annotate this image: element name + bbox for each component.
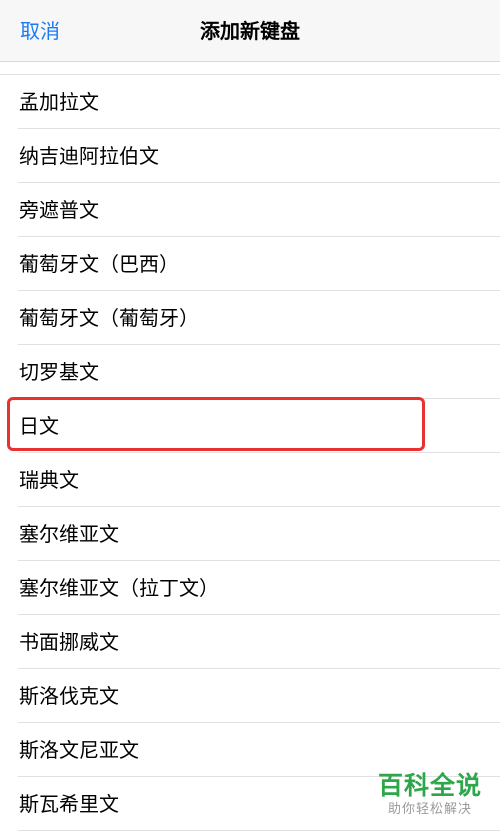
list-item[interactable]: 葡萄牙文（葡萄牙） [0, 291, 500, 345]
list-item-label: 切罗基文 [19, 360, 99, 384]
list-item[interactable]: 孟加拉文 [0, 75, 500, 129]
watermark-logo: 百科全说 助你轻松解决 [374, 771, 486, 819]
list-item[interactable]: 塞尔维亚文（拉丁文） [0, 561, 500, 615]
list-item-label: 纳吉迪阿拉伯文 [19, 144, 159, 168]
list-item-label: 日文 [19, 414, 59, 438]
list-item-label: 葡萄牙文（巴西） [19, 252, 179, 276]
list-item[interactable]: 斯洛文尼亚文 [0, 723, 500, 777]
list-item-label: 瑞典文 [19, 468, 79, 492]
list-item-label: 孟加拉文 [19, 90, 99, 114]
list-item[interactable]: 塞尔维亚文 [0, 507, 500, 561]
list-item[interactable]: 书面挪威文 [0, 615, 500, 669]
list-item-label: 塞尔维亚文（拉丁文） [19, 576, 219, 600]
list-item-label: 塞尔维亚文 [19, 522, 119, 546]
page-title: 添加新键盘 [200, 19, 300, 43]
list-item[interactable]: 瑞典文 [0, 453, 500, 507]
list-item-label: 旁遮普文 [19, 198, 99, 222]
list-item-label: 斯洛文尼亚文 [19, 738, 139, 762]
list-item[interactable]: 纳吉迪阿拉伯文 [0, 129, 500, 183]
list-item-label: 斯洛伐克文 [19, 684, 119, 708]
navigation-bar: 取消 添加新键盘 [0, 0, 500, 62]
keyboard-language-list: 孟加拉文 纳吉迪阿拉伯文 旁遮普文 葡萄牙文（巴西） 葡萄牙文（葡萄牙） 切罗基… [0, 74, 500, 831]
watermark-subtitle: 助你轻松解决 [387, 802, 472, 817]
list-item[interactable]: 斯洛伐克文 [0, 669, 500, 723]
list-item-label: 葡萄牙文（葡萄牙） [19, 306, 199, 330]
watermark-title: 百科全说 [377, 771, 482, 800]
list-item[interactable]: 葡萄牙文（巴西） [0, 237, 500, 291]
list-item[interactable]: 旁遮普文 [0, 183, 500, 237]
list-item-japanese[interactable]: 日文 [0, 399, 500, 453]
list-item-label: 斯瓦希里文 [19, 792, 119, 816]
list-item-label: 书面挪威文 [19, 630, 119, 654]
list-item[interactable]: 切罗基文 [0, 345, 500, 399]
